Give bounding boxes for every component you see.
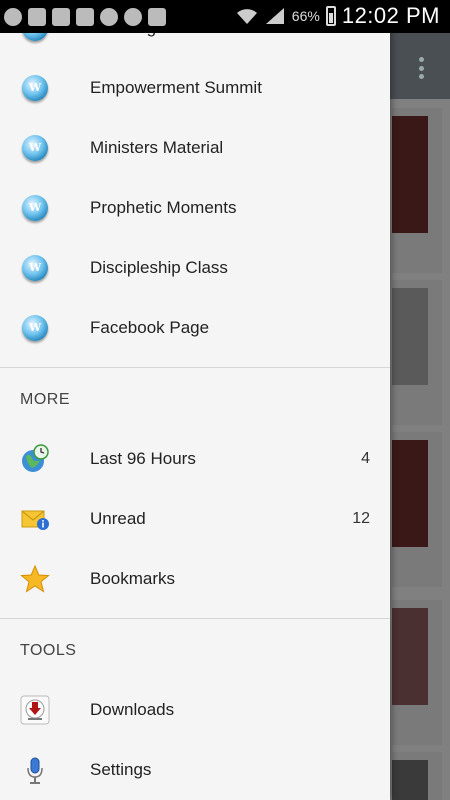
drawer-item-label: Ministers Material	[90, 138, 224, 157]
wordpress-icon	[20, 313, 50, 343]
star-icon	[20, 564, 50, 594]
item-count: 4	[361, 450, 370, 467]
drawer-item-label: Bookmarks	[90, 569, 176, 588]
mute-icon	[148, 8, 166, 26]
drawer-item-empowerment-summit[interactable]: Empowerment Summit	[0, 58, 390, 118]
drawer-item-label: Discipleship Class	[90, 258, 228, 277]
overflow-menu-icon[interactable]	[419, 57, 424, 79]
drawer-item-settings[interactable]: Settings	[0, 740, 390, 800]
notification-icons	[4, 6, 166, 28]
wordpress-icon	[20, 133, 50, 163]
drawer-item-label: Prophetic Moments	[90, 198, 237, 217]
clock: 12:02 PM	[341, 3, 440, 28]
drawer-item-facebook-page[interactable]: Facebook Page	[0, 298, 390, 358]
drawer-item-label: Unread	[90, 509, 146, 528]
wordpress-icon	[20, 193, 50, 223]
bg-card[interactable]	[392, 600, 442, 745]
battery-icon	[325, 6, 336, 26]
drawer-item-downloads[interactable]: Downloads	[0, 680, 390, 740]
drawer-item-label: Facebook Page	[90, 318, 210, 337]
envelope-info-icon	[20, 504, 50, 534]
drawer-item-unread[interactable]: Unread 12	[0, 489, 390, 549]
facebook-icon	[76, 8, 94, 26]
status-bar: 66% 12:02 PM	[0, 0, 450, 33]
bg-card[interactable]	[392, 280, 442, 425]
globe-clock-icon	[20, 444, 50, 474]
add-icon	[4, 8, 22, 26]
wordpress-icon	[20, 73, 50, 103]
bg-card[interactable]	[392, 752, 442, 800]
drawer-item-label: Last 96 Hours	[90, 449, 196, 468]
microphone-settings-icon	[20, 755, 50, 785]
drawer-item-last-96-hours[interactable]: Last 96 Hours 4	[0, 429, 390, 489]
download-icon	[20, 695, 50, 725]
divider	[0, 367, 390, 368]
drawer-item-label: Empowerment Summit	[90, 78, 262, 97]
zero-badge-icon	[124, 8, 142, 26]
wifi-icon	[236, 9, 257, 24]
drawer-item-prophetic-moments[interactable]: Prophetic Moments	[0, 178, 390, 238]
section-header-more: MORE	[20, 391, 70, 408]
battery-percent: 66%	[291, 8, 320, 24]
drawer-item-ministers-material[interactable]: Ministers Material	[0, 118, 390, 178]
bg-card[interactable]	[392, 432, 442, 587]
mail-icon	[28, 8, 46, 26]
signal-icon	[265, 8, 284, 24]
wordpress-icon	[20, 253, 50, 283]
drawer-item-bookmarks[interactable]: Bookmarks	[0, 549, 390, 609]
facebook-icon	[52, 8, 70, 26]
whatsapp-icon	[100, 8, 118, 26]
bg-card[interactable]	[392, 108, 442, 273]
drawer-item-label: Downloads	[90, 700, 175, 719]
drawer-item-label: Settings	[90, 760, 152, 779]
divider	[0, 618, 390, 619]
section-header-tools: TOOLS	[20, 642, 77, 659]
navigation-drawer: Amazing Love Empowerment Summit Minister…	[0, 0, 390, 800]
item-count: 12	[352, 510, 370, 527]
drawer-item-discipleship-class[interactable]: Discipleship Class	[0, 238, 390, 298]
